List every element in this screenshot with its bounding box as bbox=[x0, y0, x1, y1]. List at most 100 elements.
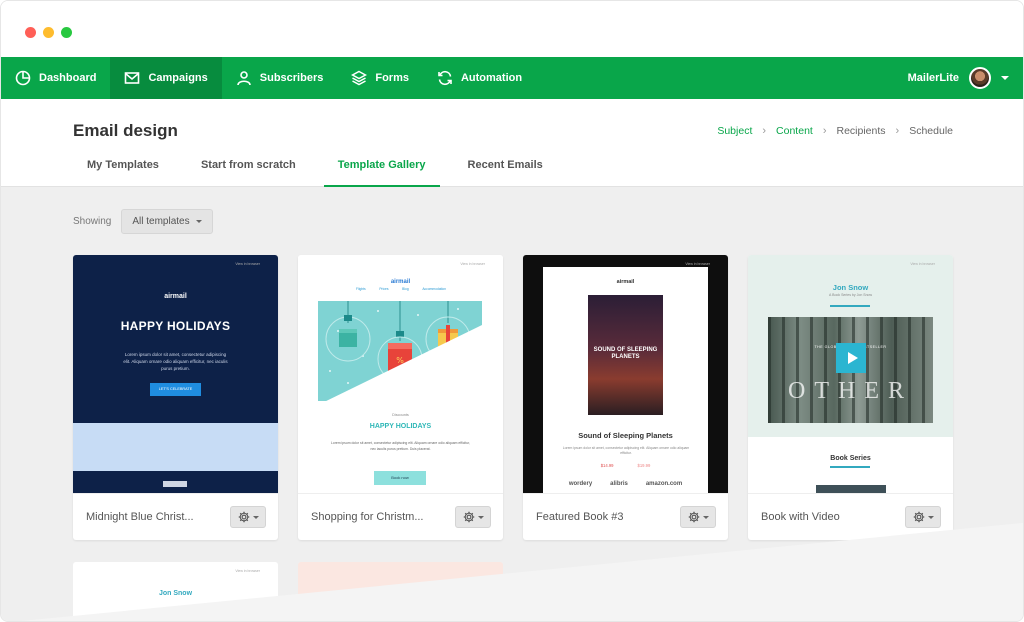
chevron-down-icon bbox=[927, 515, 934, 519]
template-card[interactable]: View in browser airmail SOUND OF SLEEPIN… bbox=[523, 255, 728, 540]
preview-nav-item: Prices bbox=[379, 287, 389, 291]
template-preview[interactable]: View in browser airmail Flights Prices B… bbox=[298, 255, 503, 493]
preview-book-strip bbox=[816, 485, 886, 493]
nav-label: Campaigns bbox=[148, 72, 208, 84]
card-footer: Featured Book #3 bbox=[523, 493, 728, 540]
layers-icon bbox=[351, 70, 368, 86]
maximize-window-button[interactable] bbox=[61, 27, 72, 38]
nav-label: Dashboard bbox=[39, 72, 97, 84]
chevron-down-icon bbox=[252, 515, 259, 519]
template-settings-button[interactable] bbox=[680, 506, 716, 528]
tab-recent-emails[interactable]: Recent Emails bbox=[454, 151, 557, 187]
preview-subtitle: A Book Series by Jon Snow bbox=[829, 293, 872, 297]
step-subject[interactable]: Subject bbox=[717, 125, 752, 137]
account-name: MailerLite bbox=[907, 72, 959, 84]
template-card[interactable]: View in browser airmail HAPPY HOLIDAYS L… bbox=[73, 255, 278, 540]
template-preview[interactable]: View in browser airmail HAPPY HOLIDAYS L… bbox=[73, 255, 278, 493]
card-footer: Shopping for Christm... bbox=[298, 493, 503, 540]
template-card[interactable]: View in browser Jon Snow A Book Series b… bbox=[748, 255, 953, 540]
account-menu[interactable]: MailerLite bbox=[907, 57, 1023, 99]
breadcrumb-steps: Subject › Content › Recipients › Schedul… bbox=[717, 125, 953, 137]
preview-section-title: Book Series bbox=[830, 455, 871, 462]
gear-icon bbox=[913, 511, 924, 523]
template-settings-button[interactable] bbox=[905, 506, 941, 528]
chevron-right-icon: › bbox=[895, 125, 900, 137]
template-settings-button[interactable] bbox=[455, 506, 491, 528]
template-name: Book with Video bbox=[761, 511, 840, 523]
app-window: Dashboard Campaigns Subscribers Forms Au… bbox=[0, 0, 1024, 622]
preview-link: View in browser bbox=[460, 262, 485, 266]
template-tabs: My Templates Start from scratch Template… bbox=[73, 151, 557, 187]
preview-nav-item: Accommodation bbox=[422, 287, 446, 291]
preview-brand: airmail bbox=[390, 279, 411, 285]
close-window-button[interactable] bbox=[25, 27, 36, 38]
template-card[interactable]: View in browser airmail Flights Prices B… bbox=[298, 255, 503, 540]
user-icon bbox=[236, 71, 251, 86]
preview-divider bbox=[830, 305, 870, 307]
chevron-down-icon bbox=[477, 515, 484, 519]
preview-link: View in browser bbox=[235, 569, 260, 573]
card-footer: Midnight Blue Christ... bbox=[73, 493, 278, 540]
title-bar bbox=[1, 1, 1023, 57]
template-settings-button[interactable] bbox=[230, 506, 266, 528]
preview-price: $14.99 bbox=[600, 463, 614, 468]
nav-item-campaigns[interactable]: Campaigns bbox=[110, 57, 222, 99]
filter-value: All templates bbox=[132, 216, 190, 227]
step-schedule[interactable]: Schedule bbox=[909, 125, 953, 137]
page-title: Email design bbox=[73, 121, 178, 140]
template-name: Shopping for Christm... bbox=[311, 511, 424, 523]
preview-footer-band bbox=[73, 423, 278, 471]
preview-nav-item: Blog bbox=[402, 287, 409, 291]
refresh-icon bbox=[438, 70, 452, 86]
tab-start-from-scratch[interactable]: Start from scratch bbox=[187, 151, 310, 187]
store-logo: amazon.com bbox=[645, 481, 683, 487]
preview-author: Jon Snow bbox=[832, 283, 869, 292]
pie-chart-icon bbox=[15, 70, 31, 86]
envelope-icon bbox=[125, 72, 140, 84]
preview-body: Lorem ipsum dolor sit amet, consectetur … bbox=[562, 446, 690, 455]
preview-brand: airmail bbox=[616, 279, 635, 285]
preview-stores: wordery alibris amazon.com bbox=[523, 481, 728, 487]
template-filter: Showing All templates bbox=[73, 209, 213, 234]
play-icon bbox=[836, 343, 866, 373]
step-recipients[interactable]: Recipients bbox=[837, 125, 886, 137]
nav-item-subscribers[interactable]: Subscribers bbox=[222, 57, 338, 99]
chevron-down-icon bbox=[1001, 76, 1009, 80]
preview-kicker: Discounts bbox=[392, 413, 409, 417]
chevron-down-icon bbox=[195, 220, 202, 223]
preview-cover-title: SOUND OF SLEEPING PLANETS bbox=[593, 347, 658, 360]
minimize-window-button[interactable] bbox=[43, 27, 54, 38]
preview-nav-item: Flights bbox=[356, 287, 366, 291]
preview-divider bbox=[830, 466, 870, 468]
filter-label: Showing bbox=[73, 216, 112, 227]
preview-button: Book now bbox=[374, 471, 426, 485]
preview-body: Lorem ipsum dolor sit amet, consectetur … bbox=[330, 441, 471, 451]
store-logo: wordery bbox=[568, 481, 593, 487]
preview-heading: HAPPY HOLIDAYS bbox=[120, 319, 231, 333]
nav-label: Automation bbox=[460, 72, 523, 84]
gear-icon bbox=[463, 511, 474, 523]
step-content[interactable]: Content bbox=[776, 125, 813, 137]
nav-item-forms[interactable]: Forms bbox=[337, 57, 423, 99]
chevron-right-icon: › bbox=[762, 125, 767, 137]
template-filter-select[interactable]: All templates bbox=[121, 209, 213, 234]
chevron-right-icon: › bbox=[822, 125, 827, 137]
avatar bbox=[969, 67, 991, 89]
nav-label: Subscribers bbox=[259, 72, 324, 84]
tab-template-gallery[interactable]: Template Gallery bbox=[323, 151, 440, 187]
preview-button: LET'S CELEBRATE bbox=[150, 383, 201, 396]
nav-item-automation[interactable]: Automation bbox=[423, 57, 536, 99]
preview-small-button bbox=[163, 481, 187, 487]
gear-icon bbox=[238, 511, 249, 523]
preview-heading: HAPPY HOLIDAYS bbox=[369, 423, 432, 430]
preview-prices: $14.99 $19.99 bbox=[523, 463, 728, 468]
preview-link: View in browser bbox=[235, 262, 260, 266]
nav-label: Forms bbox=[375, 72, 409, 84]
tab-my-templates[interactable]: My Templates bbox=[73, 151, 173, 187]
gear-icon bbox=[688, 511, 699, 523]
chevron-down-icon bbox=[702, 515, 709, 519]
template-preview[interactable]: View in browser Jon Snow A Book Series b… bbox=[748, 255, 953, 493]
nav-item-dashboard[interactable]: Dashboard bbox=[1, 57, 110, 99]
page-header: Email design Subject › Content › Recipie… bbox=[1, 99, 1023, 187]
template-preview[interactable]: View in browser airmail SOUND OF SLEEPIN… bbox=[523, 255, 728, 493]
